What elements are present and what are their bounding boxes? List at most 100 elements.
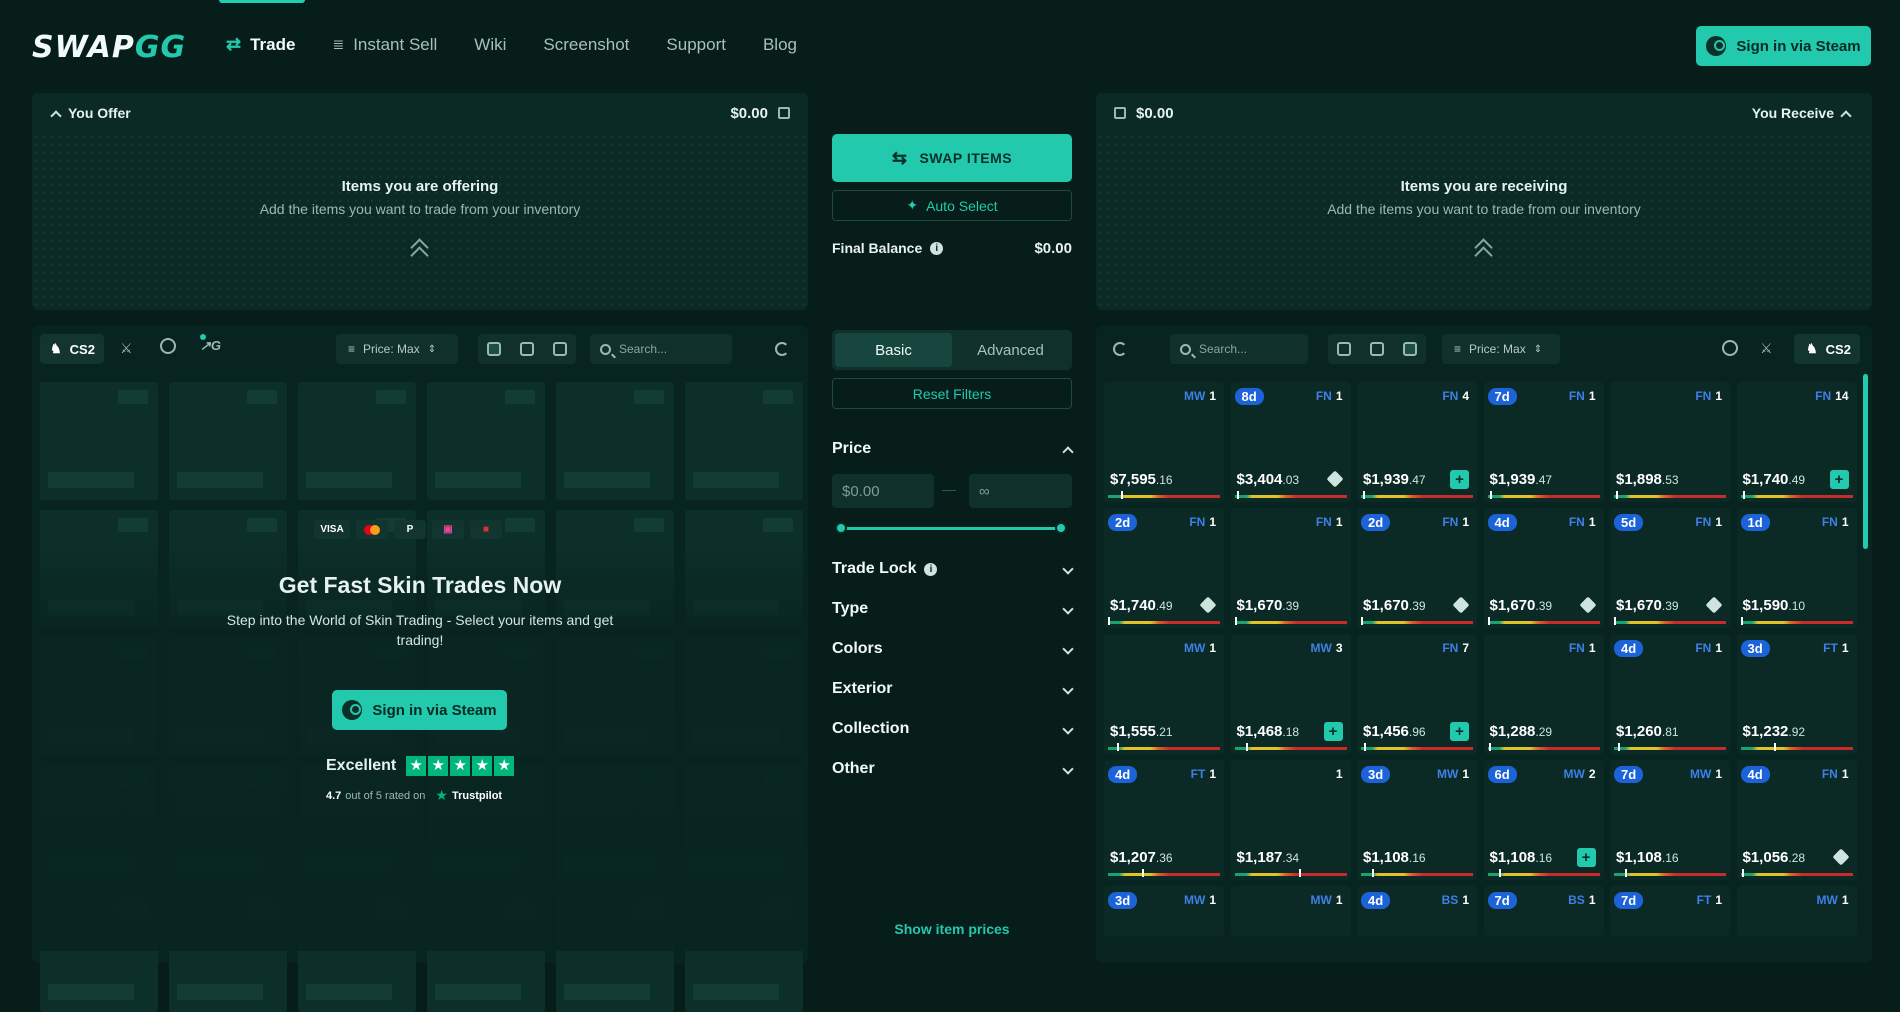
nav-screenshot[interactable]: Screenshot bbox=[543, 34, 629, 55]
tab-advanced[interactable]: Advanced bbox=[952, 333, 1069, 367]
item-grid-scrollbar[interactable] bbox=[1863, 374, 1868, 549]
filter-price-toggle[interactable]: Price bbox=[832, 440, 1074, 458]
rust-icon[interactable] bbox=[1722, 340, 1738, 356]
filter-colors[interactable]: Colors bbox=[832, 640, 1074, 658]
add-item-icon[interactable]: + bbox=[1576, 848, 1596, 867]
search-input[interactable]: Search... bbox=[590, 334, 732, 364]
trade-lock-badge: 5d bbox=[1614, 514, 1644, 531]
nav-wiki[interactable]: Wiki bbox=[474, 34, 506, 55]
item-card[interactable]: FN 1 $1,288.29 bbox=[1483, 634, 1604, 754]
item-card[interactable]: 2d FN 1 $1,740.49 bbox=[1104, 508, 1224, 628]
nav-blog[interactable]: Blog bbox=[763, 34, 797, 55]
nav-instant-sell[interactable]: ≣ Instant Sell bbox=[332, 34, 437, 55]
offer-header-toggle[interactable]: You Offer bbox=[50, 105, 131, 122]
info-icon[interactable]: i bbox=[930, 241, 944, 255]
site-logo[interactable]: SWAPGG bbox=[32, 30, 186, 65]
wear-quantity-label: MW 1 bbox=[1310, 893, 1343, 907]
add-item-icon[interactable]: + bbox=[1450, 722, 1469, 741]
filter-trade-lock[interactable]: Trade Lock i bbox=[832, 560, 1074, 578]
view-large-icon[interactable] bbox=[1337, 342, 1352, 356]
item-card[interactable]: 3d MW 1 bbox=[1104, 886, 1224, 936]
float-marker bbox=[1487, 617, 1490, 625]
item-card[interactable]: MW 1 $1,555.21 bbox=[1104, 634, 1224, 754]
item-card[interactable]: 7d FT 1 bbox=[1610, 886, 1730, 936]
price-min-input[interactable]: $0.00 bbox=[832, 474, 934, 508]
item-card[interactable]: 1 $1,187.34 bbox=[1230, 760, 1351, 880]
search-input[interactable]: Search... bbox=[1170, 334, 1308, 364]
add-item-icon[interactable]: + bbox=[1323, 722, 1343, 741]
item-card[interactable]: 8d FN 1 $3,404.03 bbox=[1230, 382, 1351, 502]
item-card[interactable]: FN 1 $1,898.53 bbox=[1610, 382, 1730, 502]
sort-dropdown[interactable]: ≡ Price: Max ⇕ bbox=[336, 334, 458, 364]
promo-sign-in-steam-button[interactable]: Sign in via Steam bbox=[332, 690, 507, 730]
tab-basic[interactable]: Basic bbox=[835, 333, 952, 367]
view-large-icon[interactable] bbox=[487, 342, 502, 356]
add-item-icon[interactable]: + bbox=[1450, 470, 1469, 489]
item-card[interactable]: 3d MW 1 $1,108.16 bbox=[1357, 760, 1477, 880]
item-card[interactable]: 4d FN 1 $1,670.39 bbox=[1483, 508, 1604, 628]
item-card[interactable]: MW 3 $1,468.18 + bbox=[1230, 634, 1351, 754]
item-card[interactable]: FN 4 $1,939.47 + bbox=[1357, 382, 1477, 502]
reset-filters-button[interactable]: Reset Filters bbox=[832, 378, 1072, 409]
item-card[interactable]: 4d FT 1 $1,207.36 bbox=[1104, 760, 1224, 880]
item-card[interactable]: MW 1 $7,595.16 bbox=[1104, 382, 1224, 502]
wear-quantity-label: FN 1 bbox=[1315, 389, 1343, 403]
show-item-prices-link[interactable]: Show item prices bbox=[832, 921, 1072, 937]
item-card[interactable]: MW 1 bbox=[1230, 886, 1351, 936]
add-item-icon[interactable]: + bbox=[1829, 470, 1849, 489]
wear-quantity-label: MW 2 bbox=[1563, 767, 1596, 781]
float-marker bbox=[1372, 869, 1375, 877]
wear-quantity-label: 1 bbox=[1335, 767, 1343, 781]
sign-in-steam-button[interactable]: Sign in via Steam bbox=[1696, 26, 1871, 66]
view-small-icon[interactable] bbox=[552, 342, 567, 356]
dota-icon[interactable]: ⚔ bbox=[120, 340, 133, 357]
item-card[interactable]: MW 1 bbox=[1736, 886, 1857, 936]
sort-dropdown[interactable]: ≡ Price: Max ⇕ bbox=[1442, 334, 1560, 364]
view-medium-icon[interactable] bbox=[1369, 342, 1384, 356]
search-icon bbox=[600, 343, 611, 355]
price-slider-min-handle[interactable] bbox=[835, 522, 847, 534]
nav-support[interactable]: Support bbox=[666, 34, 726, 55]
float-wear-bar bbox=[1740, 495, 1853, 498]
item-card[interactable]: 4d FN 1 $1,260.81 bbox=[1610, 634, 1730, 754]
game-tab-cs2[interactable]: ♞ CS2 bbox=[40, 334, 104, 364]
item-card[interactable]: 1d FN 1 $1,590.10 bbox=[1736, 508, 1857, 628]
filter-collection[interactable]: Collection bbox=[832, 720, 1074, 738]
item-card[interactable]: 3d FT 1 $1,232.92 bbox=[1736, 634, 1857, 754]
float-marker bbox=[1245, 743, 1248, 751]
item-card[interactable]: 4d FN 1 $1,056.28 bbox=[1736, 760, 1857, 880]
item-card[interactable]: 7d BS 1 bbox=[1483, 886, 1604, 936]
filter-other[interactable]: Other bbox=[832, 760, 1074, 778]
wear-quantity-label: MW 1 bbox=[1436, 767, 1469, 781]
filter-exterior[interactable]: Exterior bbox=[832, 680, 1074, 698]
trade-lock-badge: 1d bbox=[1740, 514, 1770, 531]
item-card[interactable]: 5d FN 1 $1,670.39 bbox=[1610, 508, 1730, 628]
item-card[interactable]: FN 1 $1,670.39 bbox=[1230, 508, 1351, 628]
dota-icon[interactable]: ⚔ bbox=[1760, 340, 1773, 357]
item-card[interactable]: 6d MW 2 $1,108.16 + bbox=[1483, 760, 1604, 880]
item-price: $1,555.21 bbox=[1110, 723, 1173, 740]
refresh-button[interactable] bbox=[1104, 334, 1136, 364]
wear-quantity-label: FN 14 bbox=[1815, 389, 1849, 403]
rust-icon[interactable] bbox=[160, 338, 176, 354]
game-tab-cs2[interactable]: ♞ CS2 bbox=[1794, 334, 1860, 364]
price-slider-max-handle[interactable] bbox=[1055, 522, 1067, 534]
nav-trade[interactable]: ⇄ Trade bbox=[226, 34, 295, 55]
swap-items-button[interactable]: ⇆ SWAP ITEMS bbox=[832, 134, 1072, 182]
float-wear-bar bbox=[1614, 621, 1726, 624]
refresh-button[interactable] bbox=[766, 334, 798, 364]
item-card[interactable]: FN 7 $1,456.96 + bbox=[1357, 634, 1477, 754]
item-card[interactable]: FN 14 $1,740.49 + bbox=[1736, 382, 1857, 502]
filter-type[interactable]: Type bbox=[832, 600, 1074, 618]
auto-select-button[interactable]: ✦ Auto Select bbox=[832, 190, 1072, 221]
item-card[interactable]: 2d FN 1 $1,670.39 bbox=[1357, 508, 1477, 628]
promo-title: Get Fast Skin Trades Now bbox=[278, 572, 562, 598]
item-card[interactable]: 4d BS 1 bbox=[1357, 886, 1477, 936]
item-card[interactable]: 7d MW 1 $1,108.16 bbox=[1610, 760, 1730, 880]
item-card[interactable]: 7d FN 1 $1,939.47 bbox=[1483, 382, 1604, 502]
receive-header-toggle[interactable]: You Receive bbox=[1752, 105, 1852, 122]
swapgg-icon[interactable]: ↗G bbox=[200, 338, 221, 354]
view-medium-icon[interactable] bbox=[519, 342, 534, 356]
view-small-icon[interactable] bbox=[1402, 342, 1417, 356]
price-max-input[interactable]: ∞ bbox=[969, 474, 1072, 508]
